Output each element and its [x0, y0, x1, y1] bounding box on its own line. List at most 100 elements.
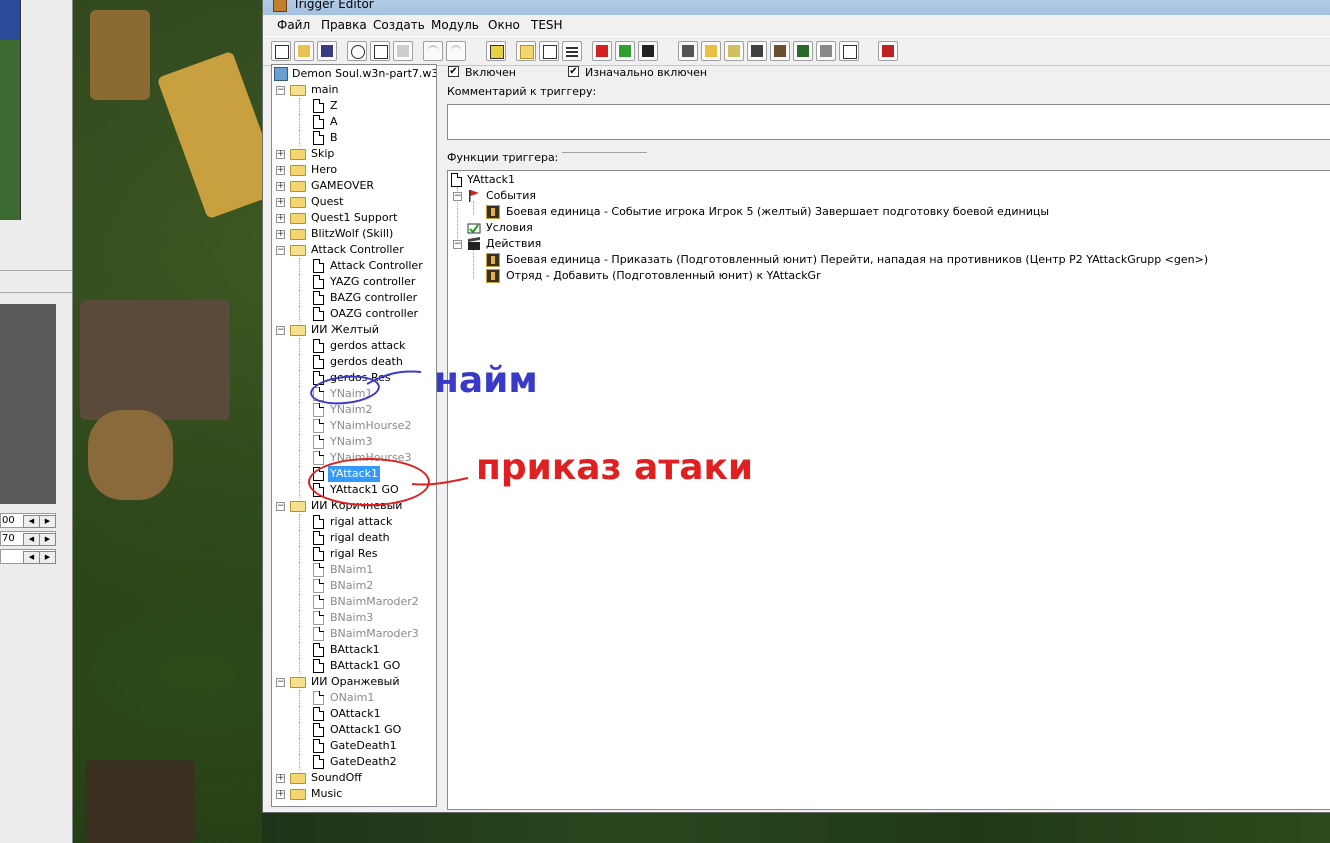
folder-icon: [290, 773, 306, 784]
expand-toggle[interactable]: +: [276, 230, 285, 239]
enabled-checkbox[interactable]: ✔: [448, 66, 459, 77]
trigger-doc-icon: [313, 659, 324, 673]
folder-icon: [290, 197, 306, 208]
new-comment-button[interactable]: [562, 41, 582, 61]
cut-button[interactable]: [347, 41, 367, 61]
paste-button[interactable]: [393, 41, 413, 61]
collapse-toggle[interactable]: −: [276, 502, 285, 511]
expand-toggle[interactable]: +: [276, 182, 285, 191]
editor-side-panel: 00 ◀ ▶ 70 ◀ ▶ ◀ ▶: [0, 0, 73, 843]
hut-roof: [90, 10, 150, 100]
trigger-doc-icon: [313, 515, 324, 529]
collapse-toggle[interactable]: −: [276, 86, 285, 95]
campaign-editor-button[interactable]: [770, 41, 790, 61]
menu-tesh[interactable]: TESH: [531, 18, 563, 32]
tree-guide-line: [299, 722, 301, 738]
delete-button[interactable]: [486, 41, 506, 61]
menu-file[interactable]: Файл: [277, 18, 310, 32]
spin-field[interactable]: 70 ◀ ▶: [0, 531, 56, 546]
tree-guide-line: [299, 754, 301, 770]
trigger-doc-icon: [313, 531, 324, 545]
redo-button[interactable]: [446, 41, 466, 61]
trigger-tree[interactable]: Demon Soul.w3n-part7.w3x − main Z A B + Skip + H…: [271, 64, 437, 807]
tree-guide-line: [299, 306, 301, 322]
tree-guide-line: [299, 370, 301, 386]
tree-guide-line: [299, 434, 301, 450]
tree-guide-line: [299, 274, 301, 290]
trigger-doc-icon: [313, 435, 324, 449]
trigger-doc-icon: [313, 643, 324, 657]
trigger-details: ✔ Включен ✔ Изначально включен Комментар…: [443, 64, 1330, 812]
menu-module[interactable]: Модуль: [431, 18, 479, 32]
tree-guide-line: [299, 530, 301, 546]
test-map-button[interactable]: [878, 41, 898, 61]
collapse-toggle[interactable]: −: [453, 240, 462, 249]
open-button[interactable]: [294, 41, 314, 61]
expand-toggle[interactable]: +: [276, 198, 285, 207]
expand-toggle[interactable]: +: [276, 166, 285, 175]
folder-icon: [290, 165, 306, 176]
functions-tree[interactable]: YAttack1 − События Боевая единица - Собы…: [447, 170, 1330, 810]
new-condition-button[interactable]: [615, 41, 635, 61]
tree-guide-line: [299, 642, 301, 658]
folder-icon: [290, 229, 306, 240]
collapse-toggle[interactable]: −: [276, 326, 285, 335]
tree-guide-line: [299, 290, 301, 306]
ai-editor-button[interactable]: [793, 41, 813, 61]
import-manager-button[interactable]: [816, 41, 836, 61]
trigger-doc-icon: [313, 291, 324, 305]
tree-guide-line: [299, 578, 301, 594]
initially-enabled-checkbox[interactable]: ✔: [568, 66, 579, 77]
expand-toggle[interactable]: +: [276, 774, 285, 783]
save-button[interactable]: [317, 41, 337, 61]
folder-open-icon: [290, 245, 306, 256]
expand-toggle[interactable]: +: [276, 214, 285, 223]
menu-create[interactable]: Создать: [373, 18, 425, 32]
tree-guide-line: [299, 354, 301, 370]
collapse-toggle[interactable]: −: [276, 678, 285, 687]
trigger-doc-icon: [313, 451, 324, 465]
condition-icon: [467, 223, 481, 234]
expand-toggle[interactable]: +: [276, 150, 285, 159]
folder-icon: [290, 149, 306, 160]
copy-button[interactable]: [370, 41, 390, 61]
spin-field[interactable]: 00 ◀ ▶: [0, 513, 56, 528]
trigger-editor-button[interactable]: [701, 41, 721, 61]
window-title: Trigger Editor: [293, 0, 374, 11]
trigger-doc-icon: [313, 627, 324, 641]
spin-field[interactable]: ◀ ▶: [0, 549, 56, 564]
module-button[interactable]: [839, 41, 859, 61]
enabled-label: Включен: [465, 66, 516, 79]
folder-icon: [290, 789, 306, 800]
collapse-toggle[interactable]: −: [276, 246, 285, 255]
new-category-button[interactable]: [516, 41, 536, 61]
collapse-toggle[interactable]: −: [453, 192, 462, 201]
trigger-doc-icon: [313, 563, 324, 577]
trigger-doc-icon: [313, 403, 324, 417]
tree-guide-line: [299, 562, 301, 578]
undo-button[interactable]: [423, 41, 443, 61]
comment-textarea[interactable]: [447, 104, 1330, 140]
sound-editor-button[interactable]: [724, 41, 744, 61]
tree-guide-line: [299, 466, 301, 482]
new-event-button[interactable]: [592, 41, 612, 61]
object-editor-button[interactable]: [747, 41, 767, 61]
new-map-button[interactable]: [271, 41, 291, 61]
minimap[interactable]: [0, 0, 21, 220]
new-action-button[interactable]: [638, 41, 658, 61]
terrain-editor-button[interactable]: [678, 41, 698, 61]
comment-label: Комментарий к триггеру:: [447, 85, 597, 98]
menu-window[interactable]: Окно: [488, 18, 520, 32]
annotation-stroke-blue: [366, 370, 422, 385]
annotation-naim: найм: [434, 360, 538, 401]
trigger-doc-icon: [313, 579, 324, 593]
expand-toggle[interactable]: +: [276, 790, 285, 799]
trigger-doc-icon: [313, 339, 324, 353]
title-bar[interactable]: Trigger Editor: [263, 0, 1330, 15]
app-icon: [273, 0, 287, 12]
unit-group-icon: [486, 269, 500, 283]
new-trigger-button[interactable]: [539, 41, 559, 61]
trigger-doc-icon: [313, 755, 324, 769]
barrel: [88, 410, 173, 500]
menu-edit[interactable]: Правка: [321, 18, 367, 32]
